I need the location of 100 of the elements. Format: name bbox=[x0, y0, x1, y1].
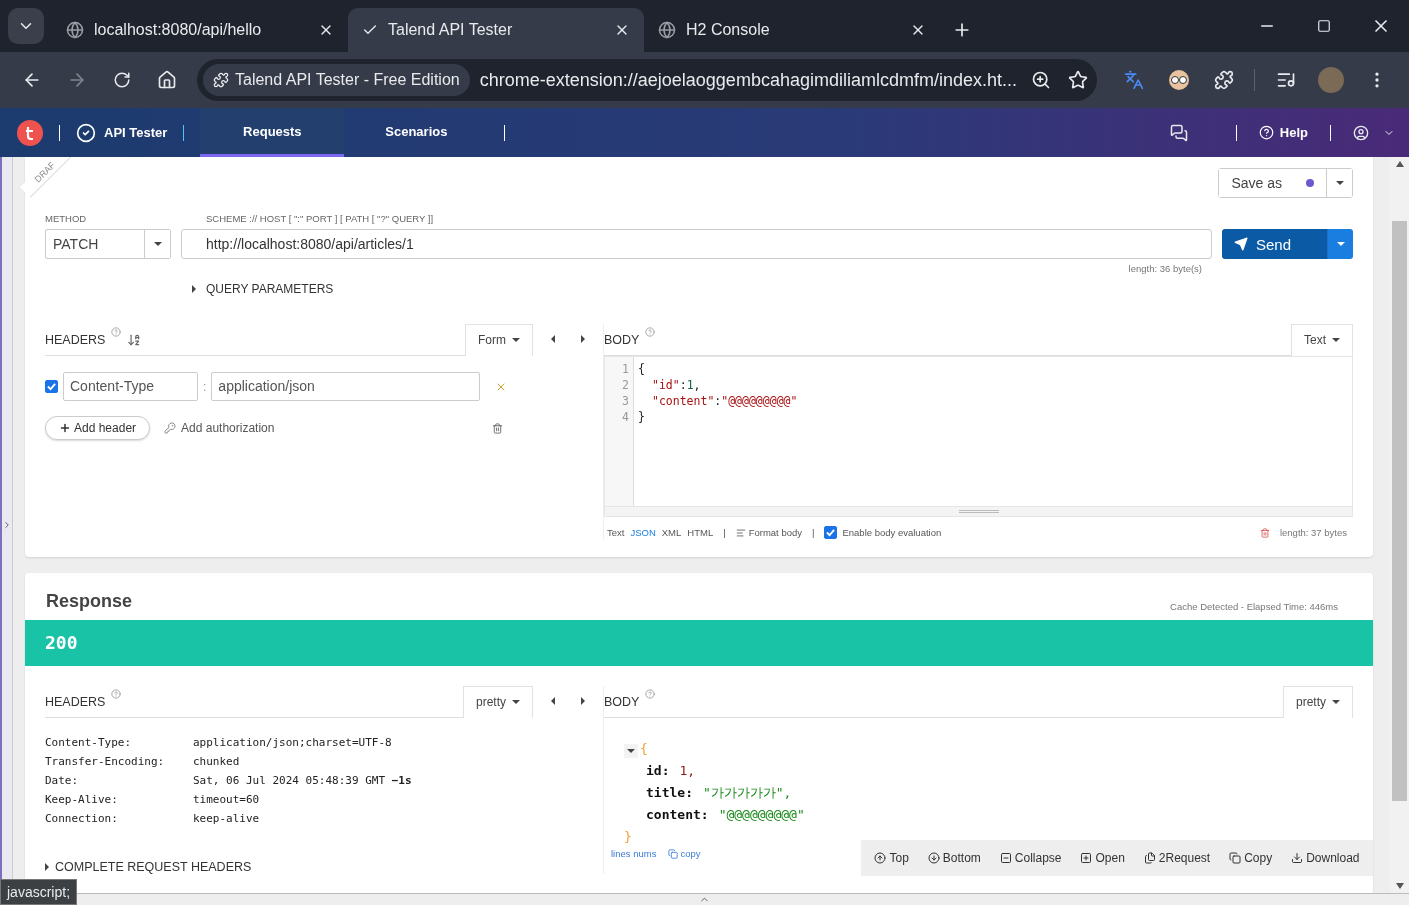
expand-icon[interactable] bbox=[2, 520, 12, 530]
toolbar-button[interactable]: Open bbox=[1080, 851, 1125, 865]
json-field: id: 1, bbox=[624, 760, 1353, 782]
collapse-left-icon[interactable] bbox=[551, 696, 555, 706]
api-tester-link[interactable]: API Tester bbox=[76, 108, 168, 157]
help-icon bbox=[1258, 125, 1274, 140]
key-icon bbox=[164, 422, 177, 434]
header-name-field[interactable]: Content-Type bbox=[63, 372, 198, 401]
toolbar-button[interactable]: Collapse bbox=[999, 851, 1062, 865]
line-numbers-link[interactable]: lines nums bbox=[611, 848, 657, 859]
header-name: Transfer-Encoding: bbox=[45, 755, 166, 768]
align-left-icon bbox=[735, 527, 746, 538]
expand-right-icon[interactable] bbox=[581, 334, 585, 344]
toolbar-button[interactable]: Download bbox=[1291, 851, 1360, 865]
browser-tab[interactable]: H2 Console bbox=[644, 8, 940, 52]
download-icon bbox=[1291, 852, 1304, 864]
separator: : bbox=[203, 379, 207, 394]
nav-tab[interactable]: Scenarios bbox=[344, 108, 489, 157]
format-link[interactable]: HTML bbox=[687, 527, 714, 538]
complete-headers-toggle[interactable]: COMPLETE REQUEST HEADERS bbox=[45, 860, 533, 874]
body-title: BODY bbox=[604, 694, 640, 709]
save-menu-button[interactable] bbox=[1326, 169, 1352, 197]
send-menu-button[interactable] bbox=[1327, 229, 1353, 259]
scroll-thumb[interactable] bbox=[1392, 221, 1407, 801]
body-length: length: 37 bytes bbox=[1279, 527, 1347, 538]
headers-mode-dropdown[interactable]: Form bbox=[465, 323, 533, 356]
tab-title: Talend API Tester bbox=[388, 21, 514, 39]
query-parameters-toggle[interactable]: QUERY PARAMETERS bbox=[192, 282, 1353, 296]
user-icon[interactable] bbox=[1353, 124, 1369, 141]
nav-tab[interactable]: Requests bbox=[200, 108, 345, 157]
separator: | bbox=[723, 527, 726, 538]
format-link[interactable]: JSON bbox=[630, 527, 656, 538]
toolbar-button[interactable]: 2Request bbox=[1143, 851, 1211, 865]
url-field[interactable]: http://localhost:8080/api/articles/1 bbox=[181, 229, 1212, 259]
toolbar-button[interactable]: Top bbox=[874, 851, 909, 865]
expand-right-icon[interactable] bbox=[581, 696, 585, 706]
plus-square-icon bbox=[1080, 852, 1093, 864]
sort-icon[interactable] bbox=[127, 332, 142, 347]
browser-tab[interactable]: Talend API Tester bbox=[348, 8, 644, 52]
copy-icon bbox=[668, 848, 679, 859]
globe-icon bbox=[658, 21, 676, 39]
app-logo bbox=[17, 119, 43, 146]
method-label: METHOD bbox=[45, 213, 88, 224]
add-header-button[interactable]: Add header bbox=[45, 416, 151, 440]
url-text: chrome-extension://aejoelaoggembcahagimdiliamlcdmfm/index.ht... bbox=[479, 69, 1017, 91]
body-editor[interactable]: 1 2 3 4 { "id":1, "content":"@@@@@@@@@" } bbox=[604, 356, 1353, 517]
header-value: keep-alive bbox=[193, 812, 261, 825]
format-body-link[interactable]: Format body bbox=[735, 527, 802, 538]
extension-chip[interactable]: Talend API Tester - Free Edition bbox=[203, 64, 470, 96]
checkbox-label[interactable]: Enable body evaluation bbox=[842, 527, 942, 538]
copy-link[interactable]: copy bbox=[668, 848, 701, 859]
code-line: "content":"@@@@@@@@@" bbox=[651, 393, 798, 409]
check-circle-icon bbox=[76, 122, 96, 143]
code-line: } bbox=[638, 409, 646, 425]
header-value-field[interactable]: application/json bbox=[211, 372, 481, 401]
trash-icon[interactable] bbox=[1259, 527, 1270, 538]
trash-icon[interactable] bbox=[492, 422, 503, 434]
format-link[interactable]: Text bbox=[607, 527, 625, 538]
circle-arrow-down-icon bbox=[927, 852, 940, 864]
header-name: Keep-Alive: bbox=[45, 793, 119, 806]
add-authorization-link[interactable]: Add authorization bbox=[164, 421, 275, 435]
copy-icon bbox=[1229, 852, 1242, 864]
line-number: 4 bbox=[621, 409, 629, 425]
format-link[interactable]: XML bbox=[661, 527, 682, 538]
send-button[interactable]: Send bbox=[1222, 229, 1327, 259]
elapsed-time: Cache Detected - Elapsed Time: 446ms bbox=[1170, 601, 1338, 612]
line-number: 1 bbox=[621, 361, 629, 377]
help-link[interactable]: Help bbox=[1258, 125, 1308, 140]
tab-title: localhost:8080/api/hello bbox=[94, 21, 263, 39]
globe-icon bbox=[66, 21, 84, 39]
toolbar-button[interactable]: Bottom bbox=[927, 851, 981, 865]
header-checkbox[interactable] bbox=[45, 380, 58, 393]
status-tooltip: javascript; bbox=[0, 879, 78, 905]
body-mode-dropdown[interactable]: pretty bbox=[1283, 685, 1353, 718]
collapse-left-icon[interactable] bbox=[551, 334, 555, 344]
scroll-down-icon[interactable] bbox=[1395, 883, 1404, 889]
headers-title: HEADERS bbox=[45, 694, 106, 709]
json-field: content: "@@@@@@@@@" bbox=[624, 804, 1353, 826]
resize-handle[interactable] bbox=[958, 510, 999, 513]
toolbar-button[interactable]: Copy bbox=[1229, 851, 1273, 865]
browser-tab[interactable]: localhost:8080/api/hello bbox=[52, 8, 348, 52]
header-name: Connection: bbox=[45, 812, 119, 825]
header-value: timeout=60 bbox=[193, 793, 261, 806]
tab-title: H2 Console bbox=[686, 21, 771, 39]
minus-square-icon bbox=[999, 852, 1012, 864]
documents-icon bbox=[1143, 852, 1156, 864]
json-brace: } bbox=[624, 829, 632, 844]
url-length: length: 36 byte(s) bbox=[1128, 263, 1202, 274]
tab-search-button[interactable] bbox=[8, 8, 44, 44]
address-bar[interactable]: Talend API Tester - Free Edition chrome-extension://aejoelaoggembcahagimdiliamlcdmfm/index.ht... bbox=[197, 59, 1097, 101]
json-brace: { bbox=[640, 741, 648, 756]
fold-toggle[interactable] bbox=[624, 744, 638, 758]
circle-arrow-up-icon bbox=[874, 852, 887, 864]
chat-icon[interactable] bbox=[1169, 123, 1188, 142]
headers-mode-dropdown[interactable]: pretty bbox=[463, 685, 533, 718]
scroll-up-icon[interactable] bbox=[1395, 161, 1404, 167]
body-mode-dropdown[interactable]: Text bbox=[1291, 323, 1353, 356]
plus-icon bbox=[59, 422, 71, 434]
body-evaluation-checkbox[interactable] bbox=[824, 526, 838, 539]
method-select[interactable]: PATCH bbox=[45, 229, 171, 259]
